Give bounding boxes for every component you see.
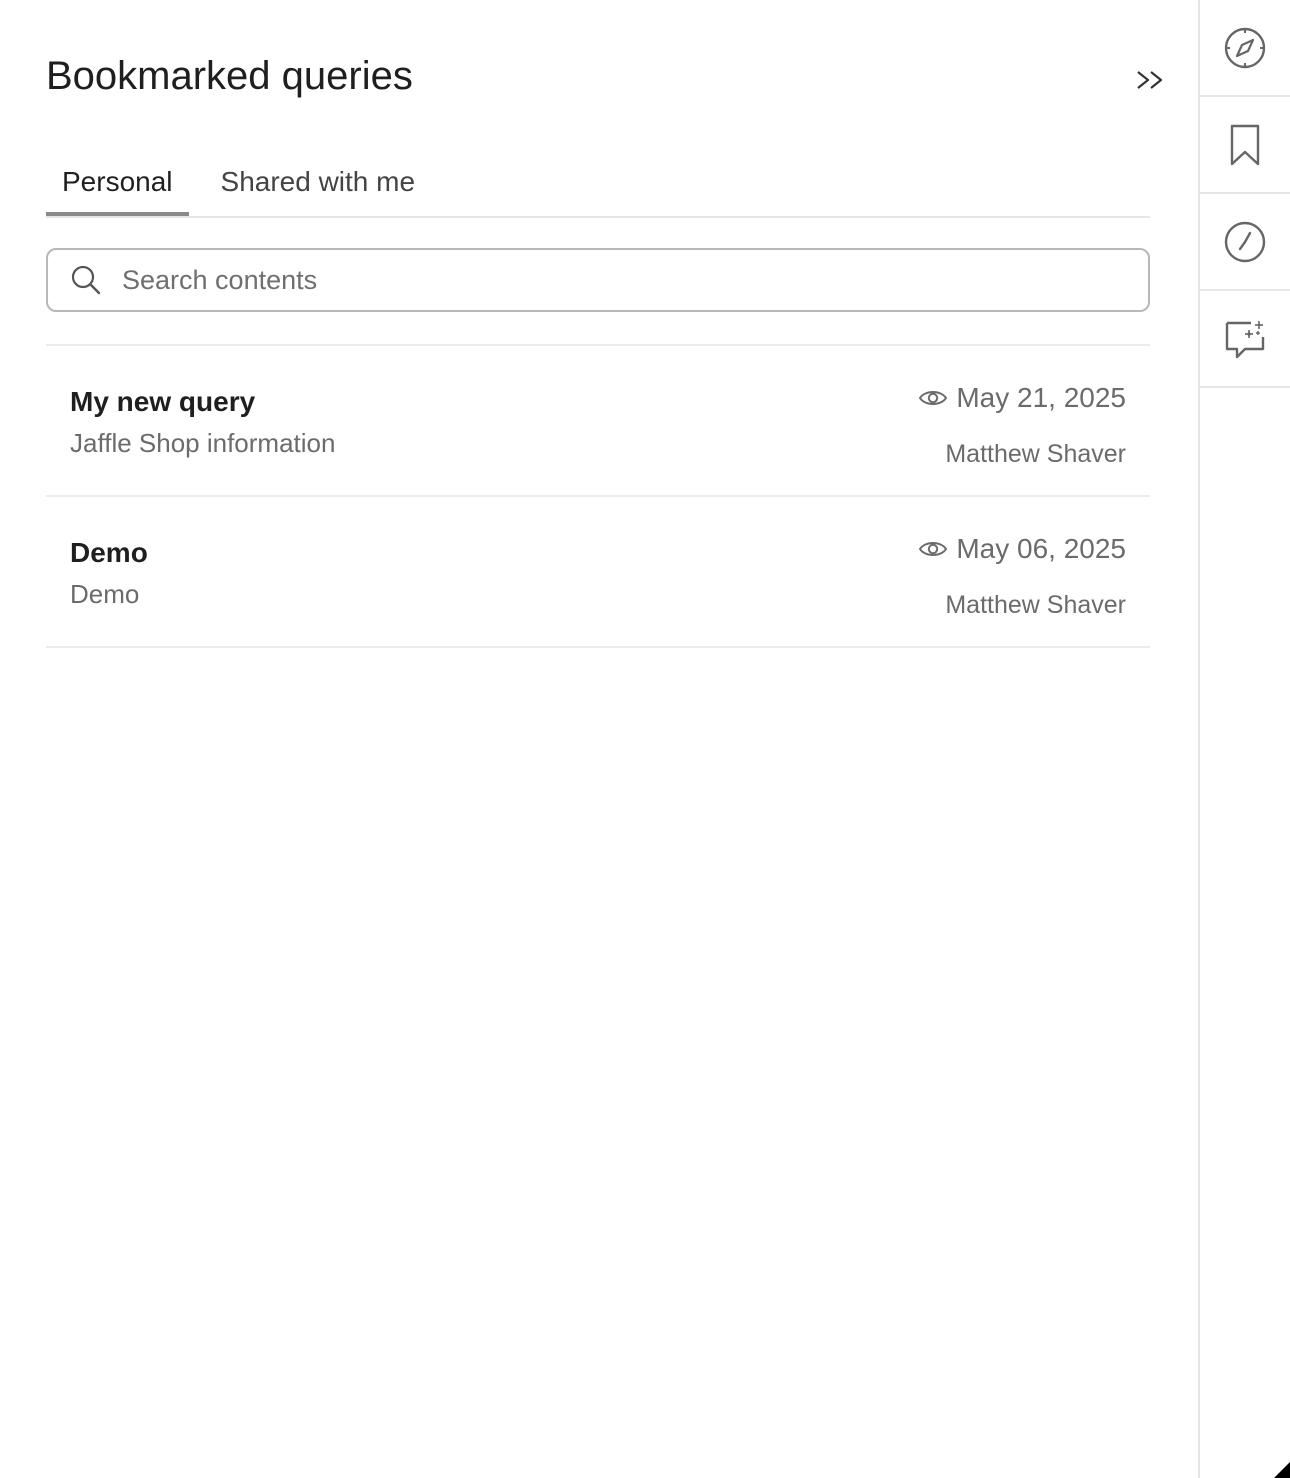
eye-icon <box>918 387 948 409</box>
query-date-text: May 06, 2025 <box>956 533 1126 564</box>
query-subtitle: Jaffle Shop information <box>70 428 336 458</box>
query-row[interactable]: My new query Jaffle Shop information May… <box>46 346 1150 497</box>
query-title: Demo <box>70 537 148 568</box>
search-icon <box>70 264 102 296</box>
tab-bar: Personal Shared with me <box>46 160 1150 218</box>
bookmark-icon <box>1230 124 1260 165</box>
query-owner: Matthew Shaver <box>945 591 1126 619</box>
tab-shared-with-me[interactable]: Shared with me <box>205 160 432 208</box>
page: Bookmarked queries Personal Shared with … <box>0 0 1290 1478</box>
window-corner <box>1274 1462 1290 1478</box>
rail-ai-chat-button[interactable] <box>1200 291 1290 388</box>
rail-bookmarks-button[interactable] <box>1200 97 1290 194</box>
query-title: My new query <box>70 386 256 417</box>
query-date: May 21, 2025 <box>918 382 1126 414</box>
right-rail <box>1198 0 1290 1478</box>
search-box <box>46 248 1150 312</box>
compass-icon <box>1224 27 1266 68</box>
query-row[interactable]: Demo Demo May 06, 2025 Matthew Shaver <box>46 497 1150 648</box>
bookmarked-queries-panel: Bookmarked queries Personal Shared with … <box>0 0 1198 1478</box>
panel-title: Bookmarked queries <box>46 54 413 98</box>
eye-icon <box>918 538 948 560</box>
query-owner: Matthew Shaver <box>945 440 1126 468</box>
rail-explore-button[interactable] <box>1200 0 1290 97</box>
search-input[interactable] <box>122 264 1082 296</box>
query-date-text: May 21, 2025 <box>956 382 1126 413</box>
ai-chat-icon <box>1225 320 1265 358</box>
rail-history-button[interactable] <box>1200 194 1290 291</box>
collapse-panel-button[interactable] <box>1130 62 1170 98</box>
query-subtitle: Demo <box>70 579 140 609</box>
double-chevron-right-icon <box>1137 71 1163 89</box>
tab-personal[interactable]: Personal <box>46 160 189 216</box>
query-list: My new query Jaffle Shop information May… <box>46 344 1150 648</box>
query-date: May 06, 2025 <box>918 533 1126 565</box>
clock-icon <box>1224 221 1266 262</box>
